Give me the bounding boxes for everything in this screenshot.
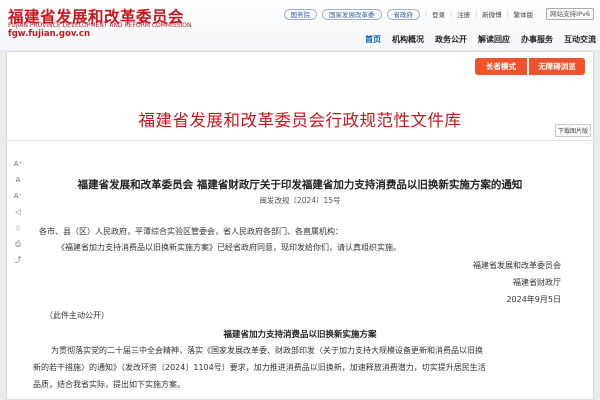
nav-services[interactable]: 办事服务 (521, 34, 553, 45)
favorite-icon[interactable]: ☆ (15, 224, 21, 233)
signer-finance: 福建省财政厅 (513, 278, 561, 287)
site-header: 福建省发展和改革委员会 FUJIAN PROVINCE DEVELOPMENT … (0, 0, 600, 50)
body-line: 品质，结合我省实际，提出如下实施方案。 (33, 380, 185, 389)
speaker-icon[interactable]: ◁ (15, 208, 20, 217)
login-link[interactable]: 登录 (432, 9, 445, 19)
document-title: 福建省发展和改革委员会 福建省财政厅关于印发福建省加力支持消费品以旧换新实施方案… (77, 179, 523, 191)
library-title: 福建省发展和改革委员会行政规范性文件库 (138, 111, 462, 130)
recipients: 各市、县（区）人民政府，平潭综合实验区管委会，省人民政府各部门、各直属机构： (39, 227, 343, 236)
library-banner: 长者模式 无障碍浏览 福建省发展和改革委员会行政规范性文件库 下载图片版 (7, 52, 593, 141)
divider: | (475, 10, 478, 18)
elder-mode-button[interactable]: 长者模式 (475, 58, 527, 75)
register-link[interactable]: 注册 (457, 9, 470, 19)
plan-title: 福建省加力支持消费品以旧换新实施方案 (223, 330, 377, 340)
top-links: 国务院 国家发展改革委 省政府 | 登录 | 注册 | 新微博 | 繁体版 网站… (283, 7, 594, 21)
nav-home[interactable]: 首页 (365, 34, 381, 45)
link-state-council[interactable]: 国务院 (283, 8, 318, 20)
org-logo-subtitle: FUJIAN PROVINCE DEVELOPMENT AND REFORM C… (8, 22, 192, 29)
divider: | (450, 10, 453, 18)
nav-interpretation[interactable]: 解读回应 (478, 34, 510, 45)
nav-about[interactable]: 机构概况 (392, 34, 424, 45)
weibo-link[interactable]: 新微博 (482, 9, 502, 19)
content-panel: 长者模式 无障碍浏览 福建省发展和改革委员会行政规范性文件库 下载图片版 A⁺ … (6, 51, 594, 400)
link-province-gov[interactable]: 省政府 (386, 8, 421, 20)
signer-ndrc: 福建省发展和改革委员会 (473, 261, 561, 270)
body-line: 为贯彻落实党的二十届三中全会精神，落实《国家发展改革委、财政部印发〈关于加力支持… (51, 346, 483, 355)
nav-public-affairs[interactable]: 政务公开 (435, 34, 467, 45)
download-image-button[interactable]: 下载图片版 (554, 124, 591, 137)
font-increase-icon[interactable]: A⁺ (14, 160, 22, 169)
print-icon[interactable]: ⎙ (15, 240, 21, 249)
ipv6-badge: 网站支持IPv6 (546, 8, 594, 20)
intro-paragraph: 《福建省加力支持消费品以旧换新实施方案》已经省政府同意，现印发给你们，请认真组织… (57, 243, 401, 252)
traditional-link[interactable]: 繁体版 (514, 9, 534, 19)
body-line: 新的若干措施〉的通知》（发改环资〔2024〕1104号）要求，加力推进消费品以旧… (33, 363, 486, 372)
document-number: 闽发改规〔2024〕15号 (259, 196, 341, 205)
disclosure-note: （此件主动公开） (45, 311, 109, 320)
accessible-browse-button[interactable]: 无障碍浏览 (529, 58, 585, 75)
divider: | (425, 10, 428, 18)
link-ndrc[interactable]: 国家发展改革委 (322, 8, 382, 20)
reading-tools: A⁺ A A⁻ ◁ ☆ ⎙ ⤴ (12, 160, 24, 265)
issue-date: 2024年9月5日 (506, 295, 561, 304)
nav-interaction[interactable]: 互动交流 (564, 34, 596, 45)
divider: | (506, 10, 509, 18)
share-icon[interactable]: ⤴ (15, 256, 22, 265)
site-domain: fgw.fujian.gov.cn (8, 29, 91, 39)
main-nav: 首页 机构概况 政务公开 解读回应 办事服务 互动交流 (365, 34, 596, 45)
